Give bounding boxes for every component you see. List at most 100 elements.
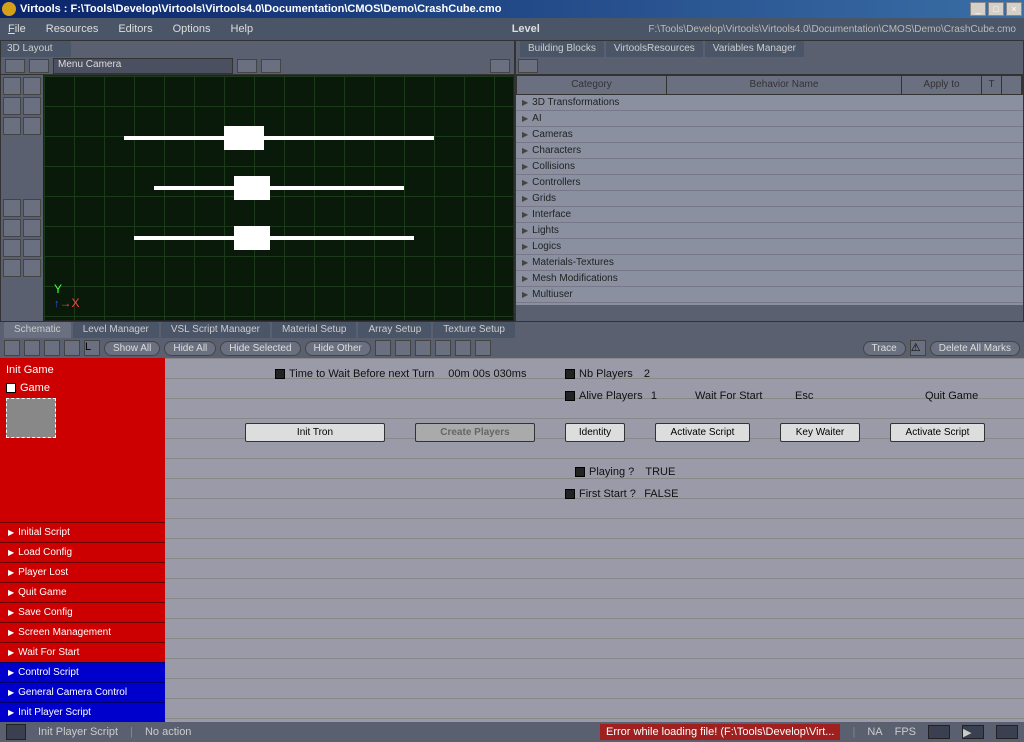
script-item[interactable]: ▶Init Player Script [0,702,165,722]
node-init-tron[interactable]: Init Tron [245,423,385,442]
tool-hand-icon[interactable] [3,219,21,237]
tool-select-icon[interactable] [23,77,41,95]
menu-resources[interactable]: Resources [46,23,99,35]
script-item[interactable]: ▶Control Script [0,662,165,682]
script-item[interactable]: ▶Player Lost [0,562,165,582]
playing-label[interactable]: Playing ? [589,466,634,478]
menu-file[interactable]: File [8,23,26,35]
3d-viewport[interactable]: Y ↑→X [43,75,514,321]
show-all-button[interactable]: Show All [104,341,160,356]
category-item[interactable]: ▶Interface [516,207,1023,223]
tab-level-manager[interactable]: Level Manager [73,322,159,338]
tool-scale-icon[interactable] [3,117,21,135]
script-item[interactable]: ▶Wait For Start [0,642,165,662]
script-item[interactable]: ▶Initial Script [0,522,165,542]
bp-zoom-icon[interactable] [375,340,391,356]
maximize-button[interactable]: □ [988,2,1004,16]
script-item[interactable]: ▶Save Config [0,602,165,622]
play-next-button[interactable] [996,725,1018,739]
ds-logo-icon[interactable] [6,724,26,740]
tool-rotate-icon[interactable] [23,97,41,115]
category-item[interactable]: ▶Collisions [516,159,1023,175]
bp-fit-icon[interactable] [395,340,411,356]
bp-warn-icon[interactable]: ⚠ [910,340,926,356]
wait-label[interactable]: Wait For Start [695,390,762,402]
hide-other-button[interactable]: Hide Other [305,341,371,356]
bp-l-icon[interactable]: L [84,340,100,356]
close-button[interactable]: × [1006,2,1022,16]
bp-mail-icon[interactable] [44,340,60,356]
header-behavior[interactable]: Behavior Name [667,76,902,94]
tool-move-icon[interactable] [3,97,21,115]
menu-editors[interactable]: Editors [118,23,152,35]
tool-arrows-icon[interactable] [3,77,21,95]
bp-search-icon[interactable] [455,340,471,356]
hide-all-button[interactable]: Hide All [164,341,216,356]
bp-grid-icon[interactable] [64,340,80,356]
category-item[interactable]: ▶AI [516,111,1023,127]
script-item[interactable]: ▶General Camera Control [0,682,165,702]
schematic-canvas[interactable]: Time to Wait Before next Turn 00m 00s 03… [165,358,1024,722]
bp-tree-icon[interactable] [4,340,20,356]
script-item[interactable]: ▶Quit Game [0,582,165,602]
tab-texture-setup[interactable]: Texture Setup [433,322,515,338]
play-button[interactable]: ▶ [962,725,984,739]
node-key-waiter[interactable]: Key Waiter [780,423,860,442]
category-item[interactable]: ▶Cameras [516,127,1023,143]
tab-variables-manager[interactable]: Variables Manager [705,41,804,57]
nbplayers-label[interactable]: Nb Players [579,368,633,380]
header-apply[interactable]: Apply to [902,76,982,94]
header-category[interactable]: Category [517,76,667,94]
bb-tool-icon[interactable] [518,59,538,73]
hide-selected-button[interactable]: Hide Selected [220,341,300,356]
tool-bulb-icon[interactable] [23,219,41,237]
trace-button[interactable]: Trace [863,341,906,356]
tool-curve-icon[interactable] [3,239,21,257]
tool-snap-icon[interactable] [23,117,41,135]
tool-mesh-icon[interactable] [23,259,41,277]
tool-dropdown[interactable] [29,59,49,73]
header-t[interactable]: T [982,76,1002,94]
main-script-name[interactable]: Init Game [6,364,159,376]
bp-eye-icon[interactable] [475,340,491,356]
tool-path-icon[interactable] [3,259,21,277]
menu-help[interactable]: Help [231,23,254,35]
node-create-players[interactable]: Create Players [415,423,535,442]
minimize-button[interactable]: _ [970,2,986,16]
tab-material-setup[interactable]: Material Setup [272,322,356,338]
tool-wire-icon[interactable] [23,199,41,217]
alive-label[interactable]: Alive Players [579,390,643,402]
script-thumb[interactable] [6,398,56,438]
category-item[interactable]: ▶Controllers [516,175,1023,191]
tab-array-setup[interactable]: Array Setup [358,322,431,338]
bb-scrollbar[interactable] [516,305,1023,321]
first-label[interactable]: First Start ? [579,488,636,500]
delete-marks-button[interactable]: Delete All Marks [930,341,1020,356]
category-item[interactable]: ▶Mesh Modifications [516,271,1023,287]
category-item[interactable]: ▶Grids [516,191,1023,207]
cam-prev-icon[interactable] [237,59,257,73]
play-prev-button[interactable] [928,725,950,739]
category-item[interactable]: ▶Logics [516,239,1023,255]
category-item[interactable]: ▶Characters [516,143,1023,159]
time-label[interactable]: Time to Wait Before next Turn [289,368,434,380]
tool-camera-icon[interactable] [23,239,41,257]
node-identity[interactable]: Identity [565,423,625,442]
cam-next-icon[interactable] [261,59,281,73]
tool-grid-icon[interactable] [3,199,21,217]
bp-def-icon[interactable] [435,340,451,356]
category-item[interactable]: ▶Multiuser [516,287,1023,303]
node-activate-script-1[interactable]: Activate Script [655,423,750,442]
quit-label[interactable]: Quit Game [925,390,978,402]
tab-virtools-resources[interactable]: VirtoolsResources [606,41,703,57]
category-item[interactable]: ▶3D Transformations [516,95,1023,111]
tab-3d-layout[interactable]: 3D Layout [1,41,71,57]
category-item[interactable]: ▶Materials-Textures [516,255,1023,271]
script-item[interactable]: ▶Load Config [0,542,165,562]
script-item[interactable]: ▶Screen Management [0,622,165,642]
light-icon[interactable] [490,59,510,73]
tab-schematic[interactable]: Schematic [4,322,71,338]
esc-label[interactable]: Esc [795,390,813,402]
category-item[interactable]: ▶Lights [516,223,1023,239]
tool-eye-icon[interactable] [5,59,25,73]
